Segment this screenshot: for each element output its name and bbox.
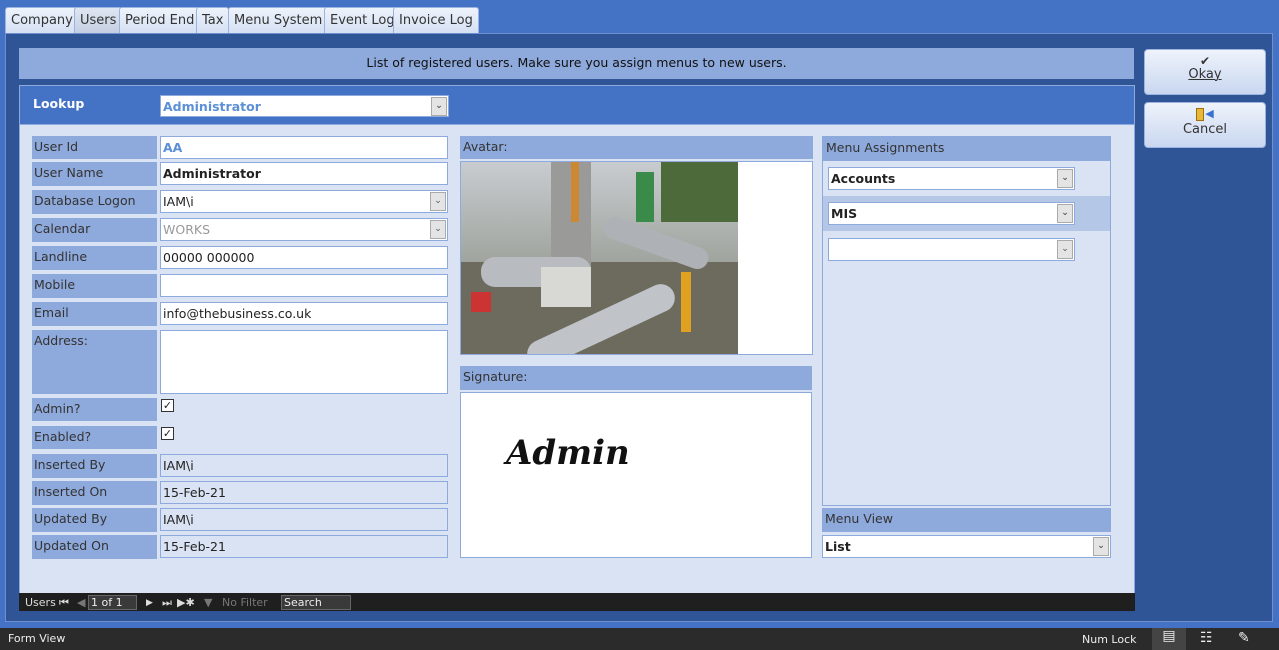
record-nav-label: Users: [25, 596, 56, 609]
chevron-down-icon[interactable]: ⌄: [1057, 240, 1073, 259]
lookup-label: Lookup: [33, 96, 85, 111]
okay-button[interactable]: ✔ Okay: [1144, 49, 1266, 95]
new-record-icon[interactable]: ▶✱: [177, 596, 195, 609]
tab-company[interactable]: Company: [5, 7, 79, 33]
admin-label: Admin?: [32, 398, 157, 421]
mobile-field[interactable]: [160, 274, 448, 297]
checkmark-icon: ✔: [1199, 54, 1211, 68]
no-filter-button[interactable]: No Filter: [222, 596, 268, 609]
menu-assignments-panel: Menu Assignments Accounts ⌄ MIS ⌄ ⌄: [822, 136, 1111, 506]
address-label: Address:: [32, 330, 157, 394]
menu-view-combo[interactable]: List ⌄: [822, 535, 1111, 558]
landline-label: Landline: [32, 246, 157, 270]
chevron-down-icon[interactable]: ⌄: [1057, 169, 1073, 188]
user-name-label: User Name: [32, 162, 157, 186]
tab-menu-system[interactable]: Menu System: [228, 7, 329, 33]
inserted-on-field: 15-Feb-21: [160, 481, 448, 504]
chevron-down-icon[interactable]: ⌄: [431, 97, 447, 116]
database-logon-label: Database Logon: [32, 190, 157, 214]
menu-assignment-combo[interactable]: MIS ⌄: [828, 202, 1075, 225]
enabled-label: Enabled?: [32, 426, 157, 449]
first-record-icon[interactable]: ⏮: [59, 596, 69, 610]
form-view-icon[interactable]: ▤: [1152, 628, 1186, 650]
address-field[interactable]: [160, 330, 448, 394]
tab-period-end[interactable]: Period End: [119, 7, 201, 33]
calendar-value: WORKS: [163, 222, 211, 237]
avatar-image-frame[interactable]: [460, 161, 813, 355]
database-logon-value: IAM\i: [163, 194, 194, 209]
inserted-by-field: IAM\i: [160, 454, 448, 477]
tab-users[interactable]: Users: [74, 7, 123, 33]
inserted-by-label: Inserted By: [32, 454, 157, 478]
menu-view-value: List: [825, 539, 851, 554]
menu-assignment-value: MIS: [831, 206, 858, 221]
info-banner: List of registered users. Make sure you …: [19, 48, 1134, 79]
current-record-field[interactable]: 1 of 1: [88, 595, 137, 610]
last-record-icon[interactable]: ⏭: [162, 596, 172, 610]
updated-by-field: IAM\i: [160, 508, 448, 531]
tab-event-log[interactable]: Event Log: [324, 7, 401, 33]
menu-assignments-label: Menu Assignments: [823, 137, 1110, 161]
updated-by-label: Updated By: [32, 508, 157, 532]
num-lock-indicator: Num Lock: [1082, 633, 1137, 646]
okay-label: Okay: [1188, 67, 1222, 82]
cancel-button[interactable]: ◀ Cancel: [1144, 102, 1266, 148]
updated-on-label: Updated On: [32, 535, 157, 559]
tab-invoice-log[interactable]: Invoice Log: [393, 7, 479, 33]
avatar-photo: [461, 162, 738, 354]
calendar-label: Calendar: [32, 218, 157, 242]
chevron-down-icon[interactable]: ⌄: [1057, 204, 1073, 223]
exit-door-icon: ◀: [1145, 108, 1265, 122]
user-id-label: User Id: [32, 136, 157, 159]
lookup-combo[interactable]: Administrator ⌄: [160, 95, 449, 117]
previous-record-icon[interactable]: ◀: [77, 596, 85, 609]
menu-assignment-value: Accounts: [831, 171, 896, 186]
enabled-checkbox[interactable]: ✓: [161, 427, 174, 440]
menu-assignment-combo-new[interactable]: ⌄: [828, 238, 1075, 261]
signature-label: Signature:: [460, 366, 812, 390]
lookup-value: Administrator: [163, 99, 261, 114]
layout-view-icon[interactable]: ☷: [1200, 630, 1213, 646]
cancel-label: Cancel: [1182, 122, 1228, 137]
inserted-on-label: Inserted On: [32, 481, 157, 505]
tab-tax[interactable]: Tax: [196, 7, 230, 33]
status-view-label: Form View: [8, 632, 66, 645]
menu-view-label: Menu View: [822, 508, 1111, 532]
updated-on-field: 15-Feb-21: [160, 535, 448, 558]
chevron-down-icon[interactable]: ⌄: [430, 220, 446, 239]
calendar-combo[interactable]: WORKS ⌄: [160, 218, 448, 241]
filter-icon[interactable]: ▼: [204, 596, 212, 609]
admin-checkbox[interactable]: ✓: [161, 399, 174, 412]
chevron-down-icon[interactable]: ⌄: [1093, 537, 1109, 556]
user-name-field[interactable]: Administrator: [160, 162, 448, 185]
mobile-label: Mobile: [32, 274, 157, 298]
lookup-section: Lookup Administrator ⌄: [19, 85, 1135, 125]
menu-assignment-combo[interactable]: Accounts ⌄: [828, 167, 1075, 190]
email-field[interactable]: info@thebusiness.co.uk: [160, 302, 448, 325]
landline-field[interactable]: 00000 000000: [160, 246, 448, 269]
database-logon-combo[interactable]: IAM\i ⌄: [160, 190, 448, 213]
search-input[interactable]: Search: [281, 595, 351, 610]
user-id-field[interactable]: AA: [160, 136, 448, 159]
next-record-icon[interactable]: ▶: [146, 598, 153, 608]
design-view-icon[interactable]: ✎: [1238, 630, 1250, 646]
signature-image: Admin: [506, 433, 630, 473]
avatar-label: Avatar:: [460, 136, 813, 159]
signature-image-frame[interactable]: Admin: [460, 392, 812, 558]
chevron-down-icon[interactable]: ⌄: [430, 192, 446, 211]
email-label: Email: [32, 302, 157, 326]
